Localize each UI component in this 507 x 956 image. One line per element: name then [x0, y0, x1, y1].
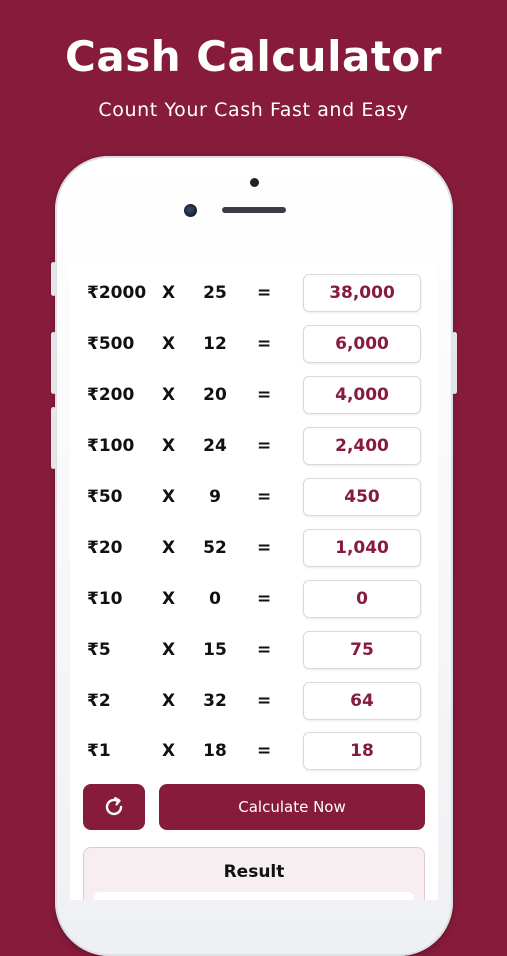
equals-sign: = [257, 334, 272, 354]
equals-sign: = [257, 691, 272, 711]
multiply-sign: X [162, 487, 176, 507]
quantity-field[interactable]: 15 [195, 640, 235, 660]
result-card: Result [83, 847, 425, 900]
total-value-box: 75 [303, 631, 421, 669]
denomination-row: ₹2 X 32 = 64 [70, 682, 438, 720]
phone-sensor [250, 178, 259, 187]
phone-speaker [222, 207, 286, 213]
calculate-now-button[interactable]: Calculate Now [159, 784, 425, 830]
denomination-label: ₹200 [87, 385, 135, 405]
equals-sign: = [257, 385, 272, 405]
denomination-row: ₹20 X 52 = 1,040 [70, 529, 438, 567]
total-value-box: 0 [303, 580, 421, 618]
total-value-box: 450 [303, 478, 421, 516]
total-value-box: 4,000 [303, 376, 421, 414]
equals-sign: = [257, 640, 272, 660]
multiply-sign: X [162, 741, 176, 761]
denomination-label: ₹10 [87, 589, 123, 609]
denomination-label: ₹2000 [87, 283, 147, 303]
phone-camera [184, 204, 197, 217]
phone-side-button [452, 332, 457, 394]
denomination-label: ₹20 [87, 538, 123, 558]
total-value-box: 38,000 [303, 274, 421, 312]
total-value-box: 18 [303, 732, 421, 770]
denomination-row: ₹500 X 12 = 6,000 [70, 325, 438, 363]
equals-sign: = [257, 538, 272, 558]
reset-button[interactable] [83, 784, 145, 830]
multiply-sign: X [162, 640, 176, 660]
denomination-label: ₹1 [87, 741, 111, 761]
quantity-field[interactable]: 32 [195, 691, 235, 711]
result-title: Result [223, 862, 285, 882]
phone-side-button [51, 262, 56, 296]
multiply-sign: X [162, 691, 176, 711]
result-content [94, 892, 414, 900]
denomination-label: ₹5 [87, 640, 111, 660]
quantity-field[interactable]: 18 [195, 741, 235, 761]
total-value-box: 2,400 [303, 427, 421, 465]
multiply-sign: X [162, 334, 176, 354]
promo-subtitle: Count Your Cash Fast and Easy [98, 99, 409, 121]
denomination-row: ₹1 X 18 = 18 [70, 732, 438, 770]
equals-sign: = [257, 589, 272, 609]
promo-title: Cash Calculator [65, 32, 442, 81]
denomination-label: ₹2 [87, 691, 111, 711]
denomination-row: ₹2000 X 25 = 38,000 [70, 274, 438, 312]
multiply-sign: X [162, 436, 176, 456]
refresh-icon [105, 797, 123, 816]
denomination-label: ₹50 [87, 487, 123, 507]
quantity-field[interactable]: 52 [195, 538, 235, 558]
total-value-box: 1,040 [303, 529, 421, 567]
total-value-box: 6,000 [303, 325, 421, 363]
multiply-sign: X [162, 589, 176, 609]
multiply-sign: X [162, 538, 176, 558]
equals-sign: = [257, 741, 272, 761]
quantity-field[interactable]: 12 [195, 334, 235, 354]
denomination-label: ₹100 [87, 436, 135, 456]
total-value-box: 64 [303, 682, 421, 720]
phone-side-button [51, 332, 56, 394]
quantity-field[interactable]: 0 [195, 589, 235, 609]
denomination-row: ₹10 X 0 = 0 [70, 580, 438, 618]
denomination-label: ₹500 [87, 334, 135, 354]
denomination-row: ₹5 X 15 = 75 [70, 631, 438, 669]
equals-sign: = [257, 487, 272, 507]
denomination-row: ₹200 X 20 = 4,000 [70, 376, 438, 414]
denomination-row: ₹50 X 9 = 450 [70, 478, 438, 516]
quantity-field[interactable]: 9 [195, 487, 235, 507]
app-screen: ₹2000 X 25 = 38,000 ₹500 X 12 = 6,000 ₹2… [70, 258, 438, 900]
quantity-field[interactable]: 25 [195, 283, 235, 303]
phone-side-button [51, 407, 56, 469]
denomination-row: ₹100 X 24 = 2,400 [70, 427, 438, 465]
quantity-field[interactable]: 24 [195, 436, 235, 456]
equals-sign: = [257, 436, 272, 456]
multiply-sign: X [162, 283, 176, 303]
quantity-field[interactable]: 20 [195, 385, 235, 405]
multiply-sign: X [162, 385, 176, 405]
equals-sign: = [257, 283, 272, 303]
